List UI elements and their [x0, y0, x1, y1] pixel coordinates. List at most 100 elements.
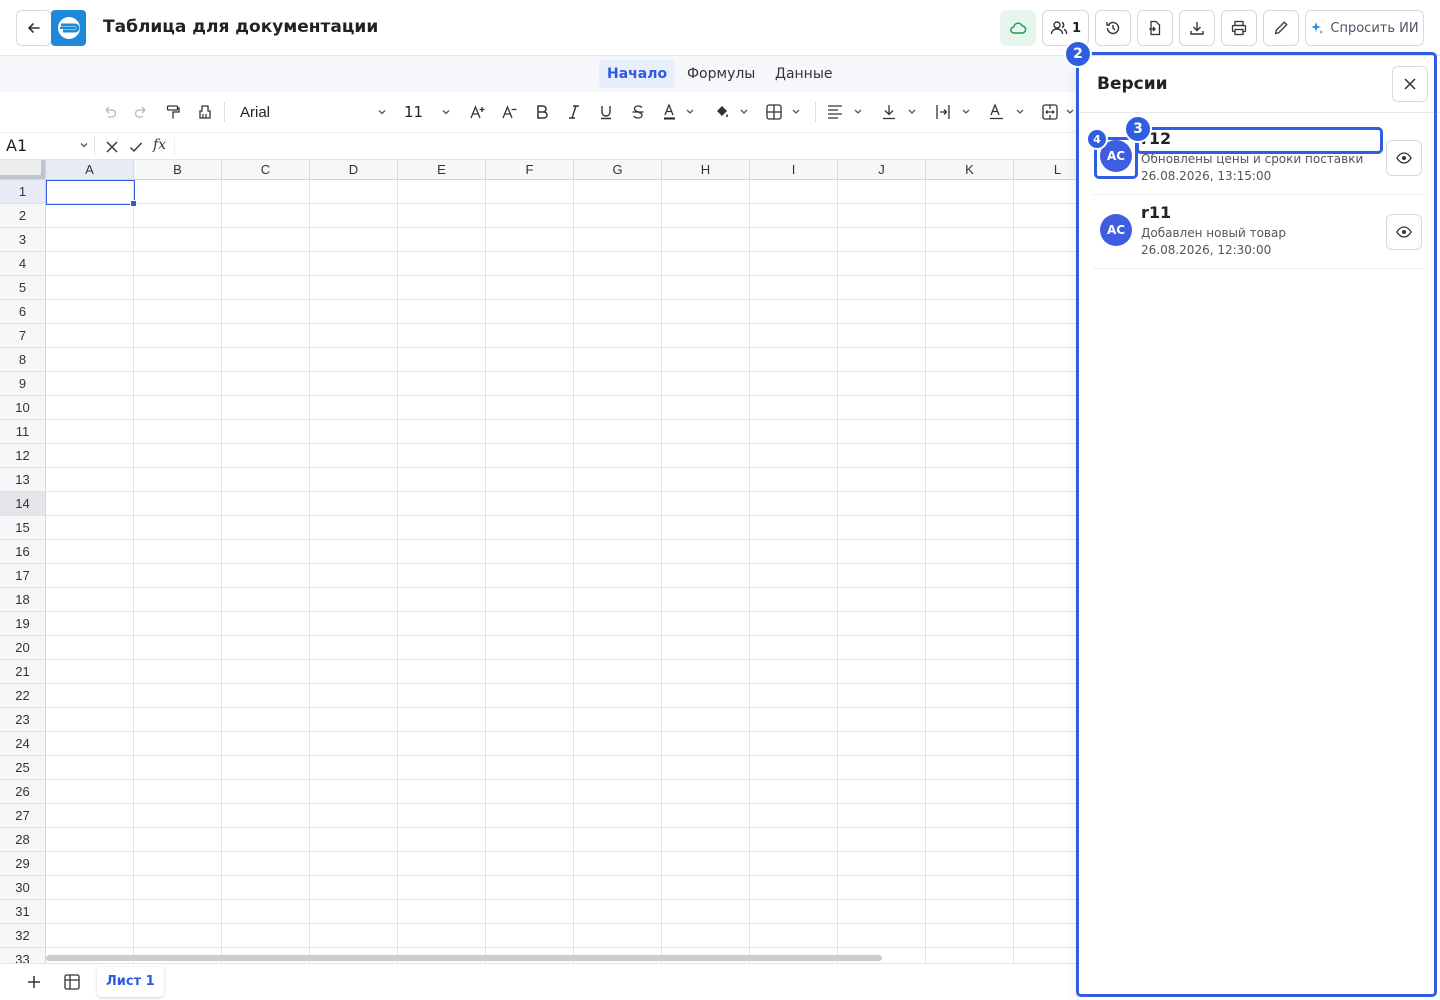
row-header-19[interactable]: 19	[0, 612, 46, 636]
back-button[interactable]	[16, 10, 52, 46]
row-header-13[interactable]: 13	[0, 468, 46, 492]
row-header-12[interactable]: 12	[0, 444, 46, 468]
active-cell-a1[interactable]	[46, 180, 137, 207]
text-rotation-button[interactable]	[987, 100, 1027, 124]
horizontal-align-button[interactable]	[825, 100, 865, 124]
format-painter-button[interactable]	[163, 100, 183, 124]
row-header-20[interactable]: 20	[0, 636, 46, 660]
text-color-button[interactable]	[660, 100, 696, 124]
decrease-font-button[interactable]	[500, 100, 520, 124]
row-header-16[interactable]: 16	[0, 540, 46, 564]
import-button[interactable]	[1137, 10, 1173, 46]
row-header-1[interactable]: 1	[0, 180, 46, 204]
strikethrough-button[interactable]	[628, 100, 648, 124]
column-header-g[interactable]: G	[574, 160, 662, 180]
row-header-7[interactable]: 7	[0, 324, 46, 348]
undo-button[interactable]	[100, 100, 120, 124]
row-header-25[interactable]: 25	[0, 756, 46, 780]
history-button[interactable]	[1095, 10, 1131, 46]
spreadsheet-grid[interactable]: ABCDEFGHIJKL 1 2 3 4 5 6 7 8 9 10 11 12 13 14 15 16 17 18…	[0, 160, 1080, 963]
row-header-2[interactable]: 2	[0, 204, 46, 228]
column-header-f[interactable]: F	[486, 160, 574, 180]
underline-icon	[601, 106, 611, 120]
column-header-e[interactable]: E	[398, 160, 486, 180]
row-header-22[interactable]: 22	[0, 684, 46, 708]
clear-format-button[interactable]	[195, 100, 215, 124]
function-icon[interactable]: fx	[153, 137, 166, 153]
versions-panel: Версии AC r12 Обновлены цены и сроки пос…	[1079, 56, 1440, 1000]
sheet-list-icon[interactable]	[62, 972, 82, 992]
column-header-l[interactable]: L	[1014, 160, 1080, 180]
preview-version-button[interactable]	[1386, 140, 1422, 176]
row-header-30[interactable]: 30	[0, 876, 46, 900]
edit-button[interactable]	[1263, 10, 1299, 46]
row-header-9[interactable]: 9	[0, 372, 46, 396]
close-icon	[1404, 78, 1416, 90]
redo-button[interactable]	[131, 100, 151, 124]
underline-button[interactable]	[596, 100, 616, 124]
annotation-badge-2: 2	[1064, 40, 1092, 68]
column-header-h[interactable]: H	[662, 160, 750, 180]
cloud-sync-button[interactable]	[1000, 10, 1036, 46]
fill-color-button[interactable]	[712, 100, 750, 124]
row-header-14[interactable]: 14	[0, 492, 46, 516]
version-item[interactable]: AC r11 Добавлен новый товар 26.08.2026, …	[1093, 195, 1426, 269]
cell-reference-box[interactable]: A1	[6, 136, 27, 155]
ask-ai-button[interactable]: Спросить ИИ	[1305, 10, 1424, 46]
row-header-4[interactable]: 4	[0, 252, 46, 276]
row-header-5[interactable]: 5	[0, 276, 46, 300]
version-name[interactable]: r11	[1141, 203, 1171, 222]
row-header-21[interactable]: 21	[0, 660, 46, 684]
italic-button[interactable]	[564, 100, 584, 124]
version-date: 26.08.2026, 12:30:00	[1141, 243, 1272, 257]
horizontal-scrollbar[interactable]	[46, 955, 882, 961]
row-header-8[interactable]: 8	[0, 348, 46, 372]
row-header-18[interactable]: 18	[0, 588, 46, 612]
row-header-17[interactable]: 17	[0, 564, 46, 588]
cell-area[interactable]	[46, 180, 1080, 963]
print-button[interactable]	[1221, 10, 1257, 46]
row-header-33[interactable]: 33	[0, 948, 46, 963]
tab-home[interactable]: Начало	[599, 60, 676, 88]
row-header-29[interactable]: 29	[0, 852, 46, 876]
cancel-formula-icon[interactable]	[105, 140, 119, 154]
row-header-15[interactable]: 15	[0, 516, 46, 540]
bold-button[interactable]	[532, 100, 552, 124]
row-header-31[interactable]: 31	[0, 900, 46, 924]
close-panel-button[interactable]	[1392, 66, 1428, 102]
borders-button[interactable]	[764, 100, 802, 124]
increase-font-button[interactable]	[468, 100, 488, 124]
column-header-j[interactable]: J	[838, 160, 926, 180]
column-header-d[interactable]: D	[310, 160, 398, 180]
row-header-11[interactable]: 11	[0, 420, 46, 444]
add-sheet-icon[interactable]	[24, 972, 44, 992]
row-header-3[interactable]: 3	[0, 228, 46, 252]
column-header-a[interactable]: A	[46, 160, 134, 180]
sheet-tab-1[interactable]: Лист 1	[97, 967, 164, 997]
column-header-k[interactable]: K	[926, 160, 1014, 180]
row-header-6[interactable]: 6	[0, 300, 46, 324]
font-size-select[interactable]: 11	[398, 100, 456, 124]
vertical-align-button[interactable]	[879, 100, 919, 124]
download-button[interactable]	[1179, 10, 1215, 46]
text-wrap-button[interactable]	[933, 100, 973, 124]
row-header-23[interactable]: 23	[0, 708, 46, 732]
column-header-i[interactable]: I	[750, 160, 838, 180]
row-header-26[interactable]: 26	[0, 780, 46, 804]
font-family-select[interactable]: Arial	[232, 100, 392, 124]
chevron-down-icon[interactable]	[78, 139, 90, 151]
row-header-10[interactable]: 10	[0, 396, 46, 420]
merge-cells-button[interactable]	[1041, 100, 1077, 124]
column-header-c[interactable]: C	[222, 160, 310, 180]
preview-version-button[interactable]	[1386, 214, 1422, 250]
row-header-32[interactable]: 32	[0, 924, 46, 948]
row-header-28[interactable]: 28	[0, 828, 46, 852]
tab-data[interactable]: Данные	[767, 60, 841, 88]
tab-formulas[interactable]: Формулы	[679, 60, 763, 88]
select-all-corner[interactable]	[0, 160, 46, 180]
confirm-formula-icon[interactable]	[129, 140, 143, 154]
column-header-b[interactable]: B	[134, 160, 222, 180]
row-header-27[interactable]: 27	[0, 804, 46, 828]
document-title[interactable]: Таблица для документации	[103, 16, 378, 38]
row-header-24[interactable]: 24	[0, 732, 46, 756]
